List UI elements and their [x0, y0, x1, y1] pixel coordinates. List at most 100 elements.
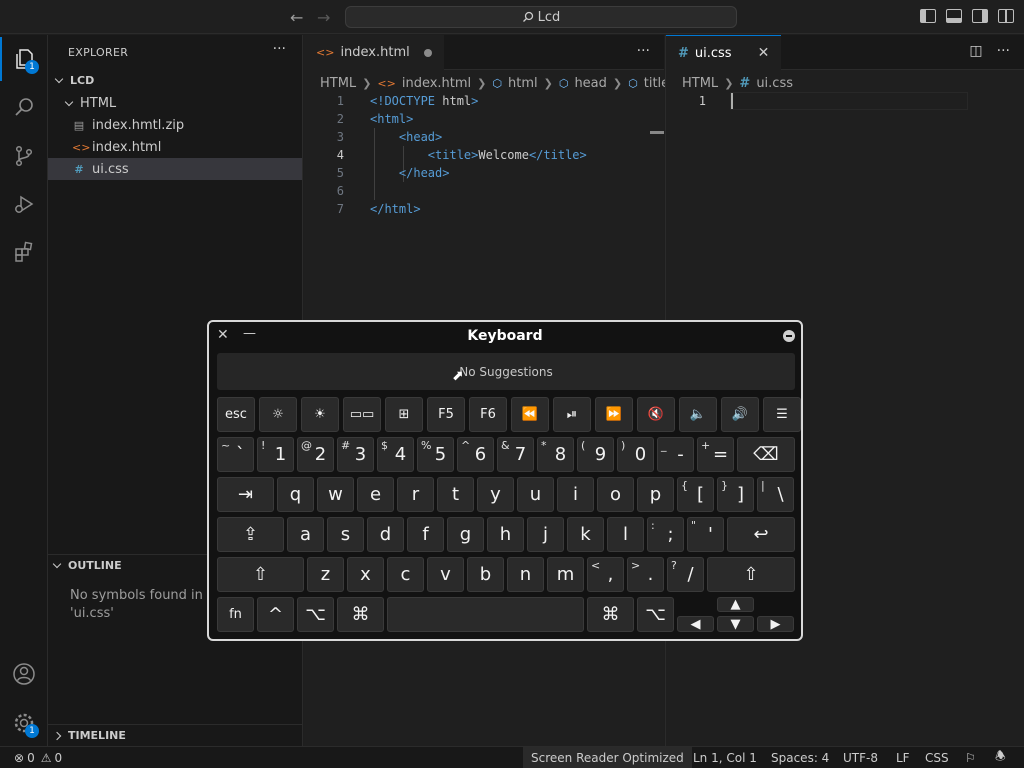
- key-g[interactable]: g: [447, 517, 484, 552]
- timeline-section-header[interactable]: TIMELINE: [48, 724, 302, 746]
- key-5[interactable]: % 5: [417, 437, 454, 472]
- toggle-panel-icon[interactable]: [946, 9, 962, 23]
- search-activity[interactable]: [0, 85, 48, 129]
- arrow-right-key[interactable]: ▶: [757, 616, 794, 632]
- arrow-left-key[interactable]: ◀: [677, 616, 714, 632]
- folder-html[interactable]: HTML: [48, 92, 302, 114]
- breadcrumb-item[interactable]: html: [508, 76, 538, 91]
- key-8[interactable]: * 8: [537, 437, 574, 472]
- key-z[interactable]: z: [307, 557, 344, 592]
- function-key[interactable]: ⏩: [595, 397, 633, 432]
- function-key[interactable]: ⏯: [553, 397, 591, 432]
- key-h[interactable]: h: [487, 517, 524, 552]
- function-key[interactable]: ⊞: [385, 397, 423, 432]
- cursor-position-status[interactable]: Ln 1, Col 1: [693, 747, 757, 768]
- more-actions-icon[interactable]: ···: [273, 41, 286, 57]
- encoding-status[interactable]: UTF-8: [843, 747, 878, 768]
- manage-activity[interactable]: 1: [0, 701, 48, 745]
- function-key[interactable]: F6: [469, 397, 507, 432]
- file-index-hmtl-zip[interactable]: ▤ index.hmtl.zip: [48, 114, 302, 136]
- arrow-right-icon[interactable]: →: [317, 8, 330, 27]
- problems-status[interactable]: ⊗ 0 ⚠ 0: [14, 747, 62, 768]
- punctuation-key[interactable]: ? /: [667, 557, 704, 592]
- function-key[interactable]: esc: [217, 397, 255, 432]
- folder-lcd[interactable]: LCD: [48, 69, 302, 91]
- function-key[interactable]: 🔈: [679, 397, 717, 432]
- key--[interactable]: _ -: [657, 437, 694, 472]
- explorer-activity[interactable]: 1: [0, 37, 48, 81]
- key-k[interactable]: k: [567, 517, 604, 552]
- key-m[interactable]: m: [547, 557, 584, 592]
- function-key[interactable]: ☀: [301, 397, 339, 432]
- key-a[interactable]: a: [287, 517, 324, 552]
- toggle-primary-sidebar-icon[interactable]: [920, 9, 936, 23]
- function-key[interactable]: F5: [427, 397, 465, 432]
- key-j[interactable]: j: [527, 517, 564, 552]
- toggle-secondary-sidebar-icon[interactable]: [972, 9, 988, 23]
- key-o[interactable]: o: [597, 477, 634, 512]
- key-n[interactable]: n: [507, 557, 544, 592]
- key-y[interactable]: y: [477, 477, 514, 512]
- key-c[interactable]: c: [387, 557, 424, 592]
- function-key[interactable]: 🔇: [637, 397, 675, 432]
- more-actions-icon[interactable]: ···: [997, 43, 1010, 59]
- key-x[interactable]: x: [347, 557, 384, 592]
- function-key[interactable]: ☰: [763, 397, 801, 432]
- key-1[interactable]: ! 1: [257, 437, 294, 472]
- key-2[interactable]: @2: [297, 437, 334, 472]
- key-d[interactable]: d: [367, 517, 404, 552]
- key-9[interactable]: (9: [577, 437, 614, 472]
- breadcrumb-item[interactable]: head: [574, 76, 606, 91]
- key-6[interactable]: ^ 6: [457, 437, 494, 472]
- arrow-down-key[interactable]: ▼: [717, 616, 754, 632]
- code-line[interactable]: 2 <html>: [304, 110, 664, 128]
- left-shift-key[interactable]: ⇧: [217, 557, 304, 592]
- key-7[interactable]: & 7: [497, 437, 534, 472]
- key-w[interactable]: w: [317, 477, 354, 512]
- backspace-key[interactable]: ⌫: [737, 437, 795, 472]
- screen-reader-status[interactable]: Screen Reader Optimized: [523, 747, 692, 768]
- key-s[interactable]: s: [327, 517, 364, 552]
- accounts-activity[interactable]: [0, 652, 48, 696]
- command-center-search[interactable]: Lcd: [345, 6, 737, 28]
- control-key[interactable]: ^: [257, 597, 294, 632]
- bracket-key[interactable]: {[: [677, 477, 714, 512]
- more-actions-icon[interactable]: ···: [637, 43, 650, 59]
- space-key[interactable]: [387, 597, 584, 632]
- code-line[interactable]: 6: [304, 182, 664, 200]
- arrow-up-key[interactable]: ▲: [717, 597, 754, 612]
- unsaved-dot-icon[interactable]: [423, 48, 432, 57]
- key-e[interactable]: e: [357, 477, 394, 512]
- punctuation-key[interactable]: >.: [627, 557, 664, 592]
- breadcrumb-item[interactable]: HTML: [320, 76, 356, 91]
- options-menu-icon[interactable]: [783, 330, 795, 342]
- caps-lock-key[interactable]: ⇪: [217, 517, 284, 552]
- fn-key[interactable]: fn: [217, 597, 254, 632]
- key-q[interactable]: q: [277, 477, 314, 512]
- indentation-status[interactable]: Spaces: 4: [771, 747, 829, 768]
- key-0[interactable]: ) 0: [617, 437, 654, 472]
- tab-index-html[interactable]: <> index.html: [304, 35, 444, 70]
- feedback-icon[interactable]: ⚐: [965, 747, 976, 768]
- tab-ui-css[interactable]: # ui.css ✕: [666, 35, 782, 70]
- bracket-key[interactable]: | \: [757, 477, 794, 512]
- language-status[interactable]: CSS: [925, 747, 949, 768]
- source-control-activity[interactable]: [0, 134, 48, 178]
- key-t[interactable]: t: [437, 477, 474, 512]
- function-key[interactable]: 🔊: [721, 397, 759, 432]
- return-key[interactable]: ↩: [727, 517, 795, 552]
- code-line[interactable]: 1 <!DOCTYPE html>: [304, 92, 664, 110]
- file-ui-css[interactable]: # ui.css: [48, 158, 302, 180]
- code-line[interactable]: 7 </html>: [304, 200, 664, 218]
- file-index-html[interactable]: <> index.html: [48, 136, 302, 158]
- right-option-key[interactable]: ⌥: [637, 597, 674, 632]
- key-4[interactable]: $4: [377, 437, 414, 472]
- code-line[interactable]: 3 <head>: [304, 128, 664, 146]
- key-b[interactable]: b: [467, 557, 504, 592]
- right-shift-key[interactable]: ⇧: [707, 557, 795, 592]
- key-u[interactable]: u: [517, 477, 554, 512]
- run-debug-activity[interactable]: [0, 182, 48, 226]
- key-=[interactable]: + =: [697, 437, 734, 472]
- key-f[interactable]: f: [407, 517, 444, 552]
- minimap-slider[interactable]: [650, 131, 664, 134]
